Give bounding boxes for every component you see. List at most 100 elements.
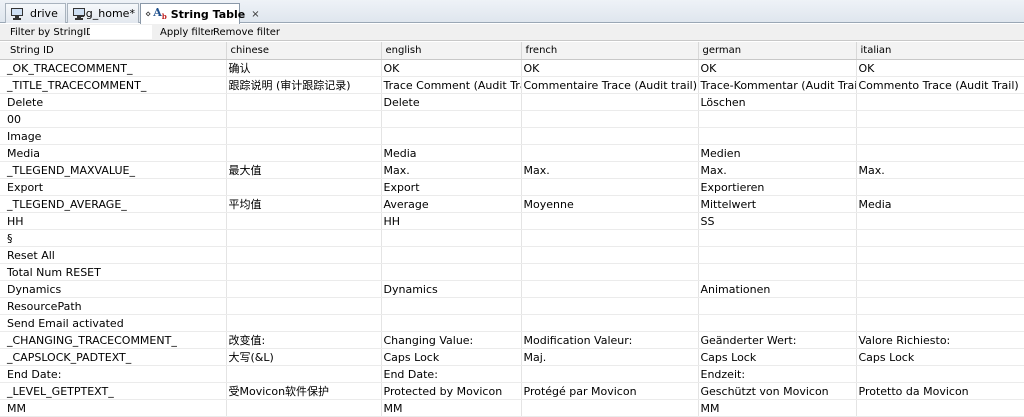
cell-chinese[interactable] xyxy=(226,144,382,162)
cell-italian[interactable]: Max. xyxy=(856,161,1024,179)
cell-french[interactable]: OK xyxy=(521,59,699,77)
table-row[interactable]: HH HH SS xyxy=(0,212,1024,230)
cell-italian[interactable] xyxy=(856,263,1024,281)
cell-chinese[interactable] xyxy=(226,212,382,230)
cell-german[interactable]: SS xyxy=(698,212,857,230)
table-row[interactable]: 00 xyxy=(0,110,1024,128)
cell-chinese[interactable] xyxy=(226,178,382,196)
cell-string-id[interactable]: § xyxy=(0,229,227,247)
cell-string-id[interactable]: Total Num RESET xyxy=(0,263,227,281)
filter-stringid-input[interactable] xyxy=(90,25,152,39)
cell-german[interactable]: Endzeit: xyxy=(698,365,857,383)
cell-german[interactable]: Geschützt von Movicon xyxy=(698,382,857,400)
cell-english[interactable]: Protected by Movicon xyxy=(381,382,522,400)
cell-chinese[interactable] xyxy=(226,280,382,298)
cell-german[interactable] xyxy=(698,110,857,128)
cell-german[interactable]: Mittelwert xyxy=(698,195,857,213)
table-row[interactable]: MM MM MM xyxy=(0,399,1024,417)
cell-italian[interactable] xyxy=(856,280,1024,298)
cell-french[interactable]: Commentaire Trace (Audit trail) xyxy=(521,76,699,94)
cell-french[interactable] xyxy=(521,246,699,264)
cell-italian[interactable]: Protetto da Movicon xyxy=(856,382,1024,400)
cell-chinese[interactable] xyxy=(226,229,382,247)
cell-string-id[interactable]: 00 xyxy=(0,110,227,128)
cell-french[interactable]: Modification Valeur: xyxy=(521,331,699,349)
cell-string-id[interactable]: _TLEGEND_AVERAGE_ xyxy=(0,195,227,213)
cell-german[interactable] xyxy=(698,314,857,332)
tab-string-table[interactable]: ⋄ Ab String Table × xyxy=(140,3,260,24)
cell-string-id[interactable]: _OK_TRACECOMMENT_ xyxy=(0,59,227,77)
cell-string-id[interactable]: Media xyxy=(0,144,227,162)
cell-english[interactable]: Changing Value: xyxy=(381,331,522,349)
column-header-german[interactable]: german xyxy=(698,42,857,60)
cell-french[interactable]: Moyenne xyxy=(521,195,699,213)
cell-english[interactable]: MM xyxy=(381,399,522,417)
cell-german[interactable]: Animationen xyxy=(698,280,857,298)
cell-english[interactable]: Dynamics xyxy=(381,280,522,298)
column-header-italian[interactable]: italian xyxy=(856,42,1024,60)
cell-english[interactable] xyxy=(381,314,522,332)
close-tab-icon[interactable]: × xyxy=(251,9,259,20)
cell-string-id[interactable]: _CHANGING_TRACECOMMENT_ xyxy=(0,331,227,349)
cell-french[interactable] xyxy=(521,280,699,298)
cell-string-id[interactable]: HH xyxy=(0,212,227,230)
cell-string-id[interactable]: Export xyxy=(0,178,227,196)
cell-english[interactable]: HH xyxy=(381,212,522,230)
cell-string-id[interactable]: _LEVEL_GETPTEXT_ xyxy=(0,382,227,400)
cell-french[interactable]: Protégé par Movicon xyxy=(521,382,699,400)
cell-german[interactable]: Exportieren xyxy=(698,178,857,196)
cell-italian[interactable]: Valore Richiesto: xyxy=(856,331,1024,349)
cell-italian[interactable]: Caps Lock xyxy=(856,348,1024,366)
table-row[interactable]: Reset All xyxy=(0,246,1024,264)
cell-string-id[interactable]: _TITLE_TRACECOMMENT_ xyxy=(0,76,227,94)
cell-german[interactable]: Caps Lock xyxy=(698,348,857,366)
cell-german[interactable] xyxy=(698,127,857,145)
table-row[interactable]: _OK_TRACECOMMENT_ 确认 OK OK OK OK xyxy=(0,59,1024,77)
cell-english[interactable]: Trace Comment (Audit Trail) xyxy=(381,76,522,94)
cell-chinese[interactable]: 确认 xyxy=(226,59,382,77)
cell-chinese[interactable] xyxy=(226,263,382,281)
cell-string-id[interactable]: Delete xyxy=(0,93,227,111)
cell-italian[interactable] xyxy=(856,229,1024,247)
cell-chinese[interactable]: 最大值 xyxy=(226,161,382,179)
cell-string-id[interactable]: _CAPSLOCK_PADTEXT_ xyxy=(0,348,227,366)
cell-french[interactable]: Maj. xyxy=(521,348,699,366)
cell-german[interactable]: Löschen xyxy=(698,93,857,111)
table-row[interactable]: _TLEGEND_AVERAGE_ 平均值 Average Moyenne Mittel… xyxy=(0,195,1024,213)
column-header-string-id[interactable]: String ID xyxy=(0,42,227,60)
cell-german[interactable] xyxy=(698,263,857,281)
cell-string-id[interactable]: MM xyxy=(0,399,227,417)
cell-string-id[interactable]: _TLEGEND_MAXVALUE_ xyxy=(0,161,227,179)
cell-french[interactable]: Max. xyxy=(521,161,699,179)
cell-italian[interactable]: Media xyxy=(856,195,1024,213)
cell-english[interactable] xyxy=(381,110,522,128)
cell-german[interactable]: Trace-Kommentar (Audit Trail) xyxy=(698,76,857,94)
cell-german[interactable]: Medien xyxy=(698,144,857,162)
cell-chinese[interactable] xyxy=(226,399,382,417)
cell-italian[interactable] xyxy=(856,178,1024,196)
cell-german[interactable] xyxy=(698,246,857,264)
cell-chinese[interactable]: 平均值 xyxy=(226,195,382,213)
cell-italian[interactable] xyxy=(856,127,1024,145)
cell-italian[interactable]: OK xyxy=(856,59,1024,77)
cell-italian[interactable] xyxy=(856,246,1024,264)
apply-filter-button[interactable]: Apply filter xyxy=(160,27,215,38)
cell-italian[interactable] xyxy=(856,93,1024,111)
cell-string-id[interactable]: Image xyxy=(0,127,227,145)
cell-english[interactable]: Max. xyxy=(381,161,522,179)
cell-italian[interactable] xyxy=(856,110,1024,128)
cell-english[interactable] xyxy=(381,263,522,281)
cell-french[interactable] xyxy=(521,229,699,247)
table-row[interactable]: § xyxy=(0,229,1024,247)
cell-chinese[interactable]: 跟踪说明 (审计跟踪记录) xyxy=(226,76,382,94)
cell-french[interactable] xyxy=(521,263,699,281)
cell-french[interactable] xyxy=(521,399,699,417)
cell-french[interactable] xyxy=(521,178,699,196)
cell-french[interactable] xyxy=(521,110,699,128)
cell-chinese[interactable]: 受Movicon软件保护 xyxy=(226,382,382,400)
cell-chinese[interactable]: 改变值: xyxy=(226,331,382,349)
cell-italian[interactable] xyxy=(856,212,1024,230)
cell-chinese[interactable] xyxy=(226,93,382,111)
cell-italian[interactable] xyxy=(856,314,1024,332)
cell-string-id[interactable]: ResourcePath xyxy=(0,297,227,315)
